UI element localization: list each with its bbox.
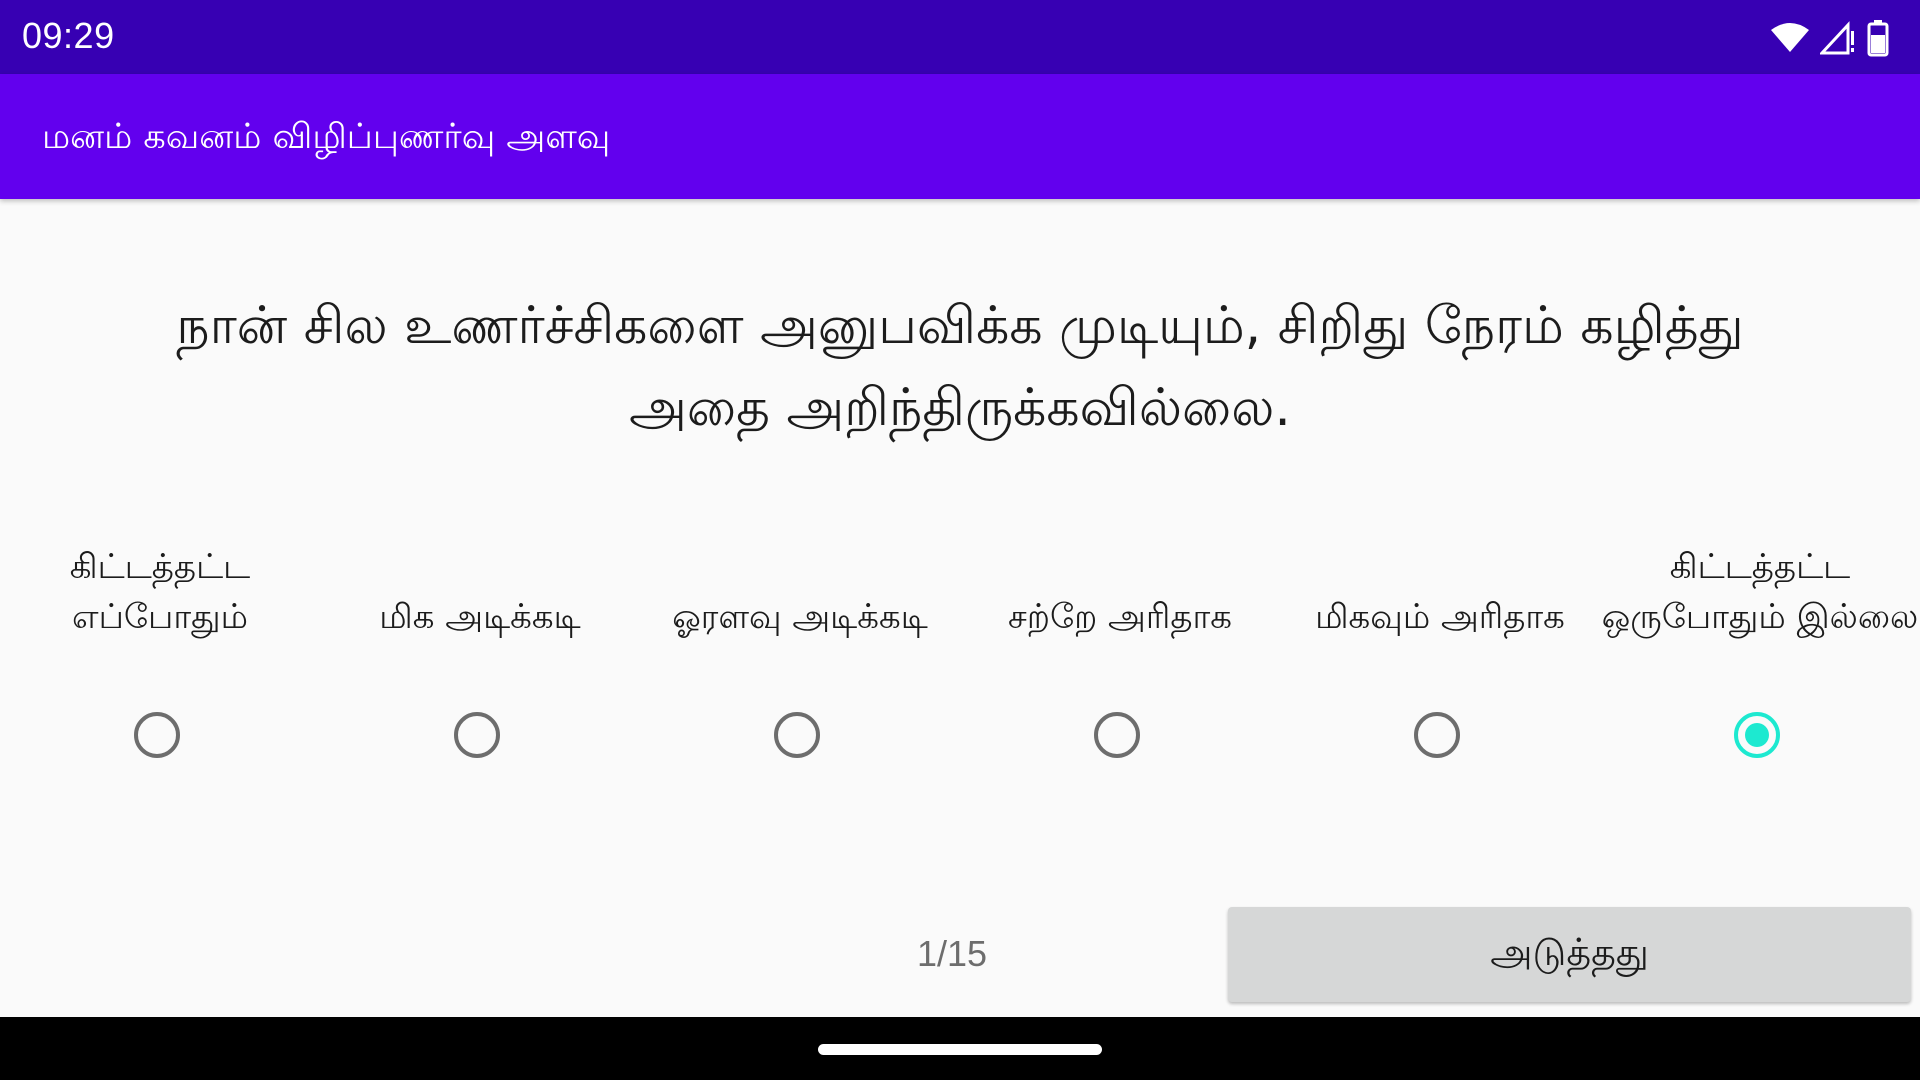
radio-button[interactable] bbox=[1094, 712, 1140, 758]
progress-counter: 1/15 bbox=[916, 933, 988, 974]
option-3[interactable]: ஓரளவு அடிக்கடி bbox=[640, 540, 960, 780]
cellular-signal-icon bbox=[1820, 21, 1856, 55]
option-label: சற்றே அரிதாக bbox=[1008, 597, 1232, 637]
option-1[interactable]: கிட்டத்தட்ட எப்போதும் bbox=[0, 540, 320, 780]
option-label: மிக அடிக்கடி bbox=[379, 597, 581, 637]
question-text: நான் சில உணர்ச்சிகளை அனுபவிக்க முடியும்,… bbox=[176, 296, 1744, 438]
answer-options: கிட்டத்தட்ட எப்போதும் மிக அடிக்கடி ஓரளவு… bbox=[0, 540, 1920, 780]
status-bar: 09:29 bbox=[0, 0, 1920, 74]
option-2[interactable]: மிக அடிக்கடி bbox=[320, 540, 640, 780]
app-title: மனம் கவனம் விழிப்புணர்வு அளவு bbox=[42, 117, 611, 157]
option-label: கிட்டத்தட்ட ஒருபோதும் இல்லை bbox=[1601, 547, 1919, 637]
option-label: ஓரளவு அடிக்கடி bbox=[672, 597, 928, 637]
option-label: மிகவும் அரிதாக bbox=[1315, 597, 1565, 637]
radio-button[interactable] bbox=[774, 712, 820, 758]
status-icons bbox=[1770, 18, 1890, 58]
app-bar: மனம் கவனம் விழிப்புணர்வு அளவு bbox=[0, 74, 1920, 199]
option-label: கிட்டத்தட்ட எப்போதும் bbox=[69, 547, 251, 637]
status-time: 09:29 bbox=[22, 15, 115, 56]
home-gesture-handle[interactable] bbox=[818, 1044, 1102, 1055]
next-button[interactable]: அடுத்தது bbox=[1228, 907, 1911, 1002]
option-5[interactable]: மிகவும் அரிதாக bbox=[1280, 540, 1600, 780]
radio-button[interactable] bbox=[1414, 712, 1460, 758]
radio-button[interactable] bbox=[454, 712, 500, 758]
option-6[interactable]: கிட்டத்தட்ட ஒருபோதும் இல்லை bbox=[1600, 540, 1920, 780]
radio-button[interactable] bbox=[134, 712, 180, 758]
option-4[interactable]: சற்றே அரிதாக bbox=[960, 540, 1280, 780]
battery-icon bbox=[1866, 19, 1890, 57]
radio-button[interactable] bbox=[1734, 712, 1780, 758]
wifi-icon bbox=[1770, 22, 1810, 54]
navigation-bar bbox=[0, 1017, 1920, 1080]
